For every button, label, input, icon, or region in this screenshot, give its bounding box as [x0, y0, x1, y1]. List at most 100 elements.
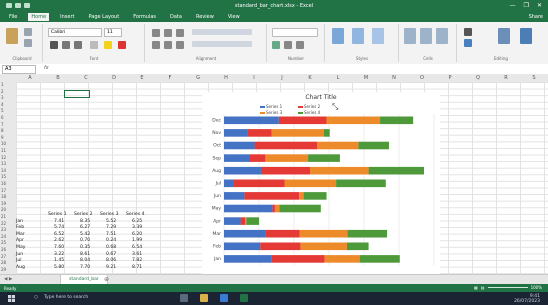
table-cell[interactable]: 0.70 [80, 238, 90, 243]
row-header-14[interactable]: 14 [1, 168, 6, 173]
align-top-icon[interactable] [152, 29, 160, 37]
column-header-g[interactable]: G [192, 75, 204, 81]
bar-apr-series-2[interactable] [240, 217, 246, 225]
bar-apr-series-4[interactable] [246, 217, 260, 225]
table-cell[interactable]: 3.39 [132, 225, 142, 230]
insert-cells-icon[interactable] [404, 28, 416, 44]
font-size-select[interactable]: 11 [104, 28, 122, 37]
paste-icon[interactable] [6, 28, 18, 44]
taskbar-search-box[interactable]: Type here to search [44, 295, 88, 300]
bar-jul-series-1[interactable] [224, 179, 234, 188]
excel-icon[interactable] [240, 294, 248, 302]
table-cell-month[interactable]: May [16, 245, 26, 250]
row-header-29[interactable]: 29 [1, 267, 6, 272]
wrap-text-button[interactable] [192, 29, 252, 35]
row-header-25[interactable]: 25 [1, 240, 6, 245]
bar-may-series-1[interactable] [224, 204, 273, 213]
bar-jan-series-2[interactable] [271, 255, 325, 263]
row-header-13[interactable]: 13 [1, 161, 6, 166]
row-header-24[interactable]: 24 [1, 234, 6, 239]
table-cell[interactable]: 3.61 [132, 252, 142, 257]
bar-aug-series-1[interactable] [224, 166, 261, 175]
row-header-21[interactable]: 21 [1, 214, 6, 219]
table-cell[interactable]: 5.80 [54, 265, 64, 270]
row-header-5[interactable]: 5 [1, 108, 4, 113]
page-layout-view-icon[interactable]: ▤ [481, 285, 485, 290]
bar-dec-series-4[interactable] [380, 116, 414, 125]
column-header-n[interactable]: N [388, 75, 400, 81]
row-header-12[interactable]: 12 [1, 155, 6, 160]
bar-aug-series-4[interactable] [368, 166, 424, 175]
table-cell[interactable]: 0.35 [80, 245, 90, 250]
column-header-p[interactable]: P [444, 75, 456, 81]
cell-styles-icon[interactable] [372, 28, 384, 44]
bar-mar-series-3[interactable] [299, 229, 348, 238]
bar-feb-series-1[interactable] [224, 242, 261, 251]
table-cell[interactable]: 8.61 [80, 252, 90, 257]
file-explorer-icon[interactable] [200, 294, 208, 302]
share-button[interactable]: Share [526, 13, 546, 21]
bar-mar-series-4[interactable] [347, 229, 388, 238]
table-cell[interactable]: 6.54 [132, 245, 142, 250]
borders-icon[interactable] [90, 41, 98, 49]
bar-sep-series-4[interactable] [308, 154, 340, 162]
bar-may-series-3[interactable] [274, 204, 280, 213]
bar-jun-series-3[interactable] [299, 192, 304, 200]
row-header-19[interactable]: 19 [1, 201, 6, 206]
bar-jun-series-4[interactable] [303, 192, 327, 200]
tab-formulas[interactable]: Formulas [130, 13, 159, 21]
table-header[interactable]: Series 1 [48, 212, 67, 217]
table-cell[interactable]: 8.04 [80, 258, 90, 263]
active-cell[interactable] [64, 90, 90, 98]
currency-icon[interactable] [272, 41, 280, 49]
bar-oct-series-2[interactable] [254, 141, 317, 150]
bar-dec-series-3[interactable] [326, 116, 381, 125]
bar-jan-series-3[interactable] [324, 255, 360, 263]
tab-review[interactable]: Review [193, 13, 217, 21]
align-left-icon[interactable] [152, 41, 160, 49]
merge-center-button[interactable] [192, 41, 252, 47]
bar-apr-series-3[interactable] [245, 217, 247, 225]
row-header-4[interactable]: 4 [1, 102, 4, 107]
row-header-9[interactable]: 9 [1, 135, 4, 140]
table-cell-month[interactable]: Jan [16, 219, 23, 224]
table-cell[interactable]: 5.42 [80, 232, 90, 237]
bar-nov-series-3[interactable] [271, 129, 324, 137]
column-header-l[interactable]: L [332, 75, 344, 81]
table-cell-month[interactable]: Jul [16, 258, 22, 263]
bar-sep-series-2[interactable] [249, 154, 266, 162]
table-header[interactable]: Series 4 [126, 212, 145, 217]
column-header-s[interactable]: S [528, 75, 540, 81]
copy-icon[interactable] [24, 39, 32, 47]
sort-filter-icon[interactable] [498, 28, 510, 44]
align-center-icon[interactable] [164, 41, 172, 49]
autosum-icon[interactable] [464, 28, 472, 36]
table-cell[interactable]: 6.27 [80, 225, 90, 230]
windows-start-icon[interactable] [8, 295, 15, 302]
tab-insert[interactable]: Insert [57, 13, 77, 21]
legend-entry[interactable]: Series 2 [298, 104, 320, 109]
table-cell[interactable]: 2.62 [54, 238, 64, 243]
clock-date[interactable]: 26/07/2023 [514, 299, 540, 304]
bar-jan-series-4[interactable] [359, 255, 400, 263]
bar-feb-series-3[interactable] [300, 242, 347, 251]
maximize-button[interactable]: ❐ [524, 2, 529, 9]
italic-icon[interactable] [62, 41, 70, 49]
row-header-8[interactable]: 8 [1, 128, 4, 133]
align-middle-icon[interactable] [164, 29, 172, 37]
bar-jun-series-2[interactable] [244, 192, 300, 200]
column-header-q[interactable]: Q [472, 75, 484, 81]
bar-nov-series-4[interactable] [324, 129, 330, 137]
column-header-i[interactable]: I [248, 75, 260, 81]
format-cells-icon[interactable] [436, 28, 448, 44]
row-header-16[interactable]: 16 [1, 181, 6, 186]
table-cell[interactable]: 7.41 [54, 219, 64, 224]
fill-color-icon[interactable] [104, 41, 112, 49]
table-cell[interactable]: 3.22 [54, 252, 64, 257]
table-cell[interactable]: 7.70 [80, 265, 90, 270]
bar-apr-series-1[interactable] [224, 217, 241, 225]
table-cell-month[interactable]: Jun [16, 252, 23, 257]
normal-view-icon[interactable]: ▦ [474, 285, 478, 290]
tab-view[interactable]: View [225, 13, 243, 21]
bar-nov-series-2[interactable] [247, 129, 272, 137]
